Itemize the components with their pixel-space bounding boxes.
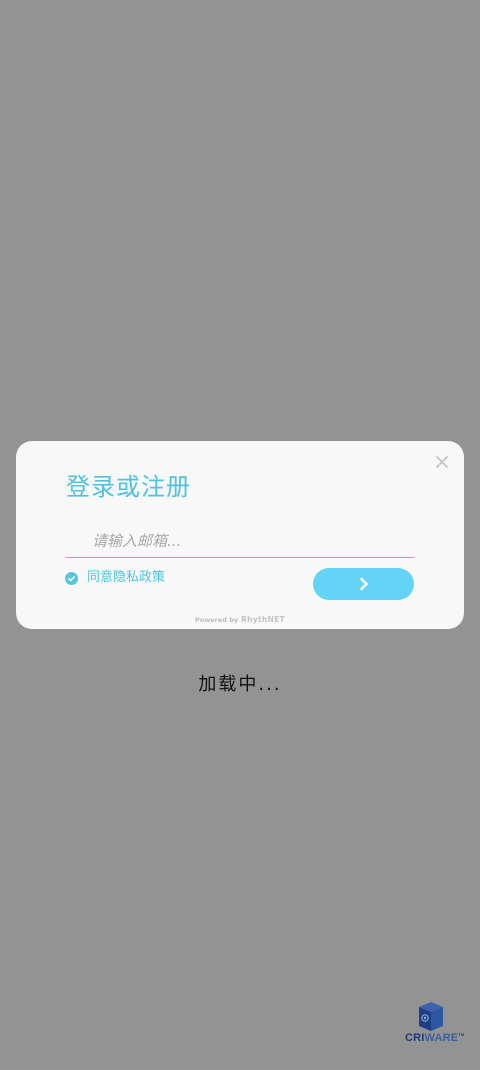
powered-by-label: Powered by — [195, 616, 239, 624]
criware-wordmark: CRIWARETM — [405, 1032, 465, 1044]
email-field[interactable] — [66, 527, 414, 555]
powered-by-brand: RhythNET — [241, 615, 285, 624]
login-dialog: 登录或注册 同意隐私政策 Powered byRhythNET — [16, 441, 464, 629]
powered-by-footer: Powered by RhythNET — [16, 615, 464, 625]
email-field-container — [66, 527, 414, 558]
submit-button[interactable] — [313, 568, 414, 600]
criware-logo: CRIWARETM — [405, 1001, 465, 1049]
privacy-agreement-checkbox[interactable]: 同意隐私政策 — [65, 568, 165, 588]
close-button[interactable] — [434, 454, 450, 470]
checkmark-icon — [65, 571, 78, 585]
dialog-title: 登录或注册 — [66, 473, 191, 501]
privacy-agreement-label[interactable]: 同意隐私政策 — [87, 568, 165, 588]
close-icon — [436, 456, 448, 468]
loading-text: 加载中... — [198, 674, 282, 695]
criware-cube-icon — [419, 1002, 443, 1031]
chevron-right-icon — [359, 577, 368, 591]
